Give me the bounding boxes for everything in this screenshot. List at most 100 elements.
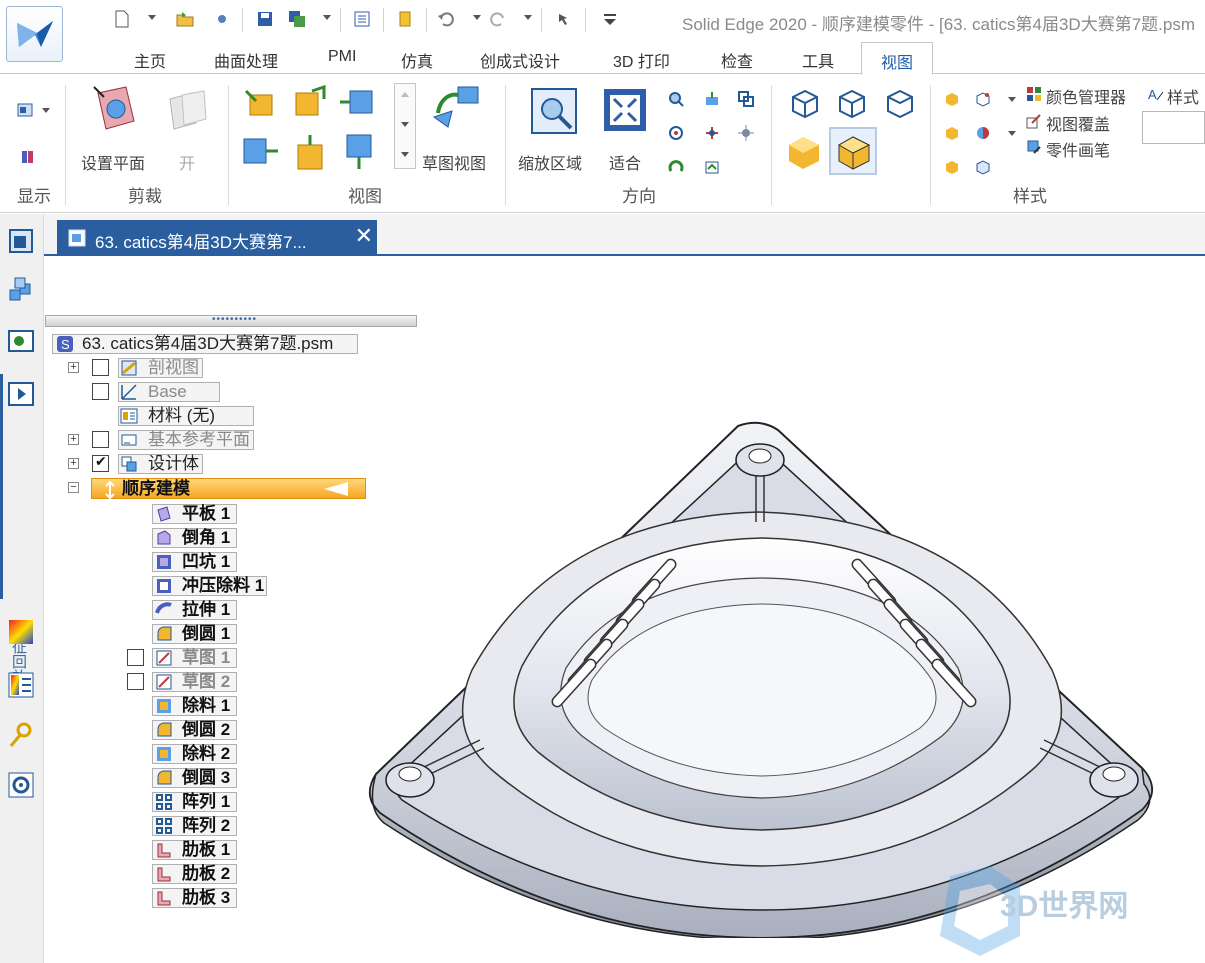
style-reflection-icon[interactable] (975, 159, 991, 175)
shaded-with-edges-selected[interactable] (829, 127, 877, 175)
wireframe-cube-icon[interactable] (787, 87, 821, 121)
pathfinder-splitter[interactable]: •••••••••• (45, 314, 417, 327)
part-painter-icon[interactable] (1026, 139, 1042, 155)
zoom-area-label[interactable]: 缩放区域 (518, 150, 582, 174)
save-all-icon[interactable] (288, 10, 306, 28)
tree-expander-icon[interactable]: + (68, 434, 79, 445)
help-pointer-icon[interactable] (555, 10, 573, 28)
undo-dropdown-arrow[interactable] (473, 15, 481, 20)
style-background-icon[interactable] (944, 159, 960, 175)
sketch-view-icon[interactable] (430, 83, 482, 133)
view-front-icon[interactable] (294, 133, 326, 171)
clipboard-icon[interactable] (396, 10, 414, 28)
tab-tools[interactable]: 工具 (802, 48, 834, 72)
layers-tab-icon[interactable] (6, 276, 36, 306)
display-panes-icon[interactable] (16, 101, 36, 121)
fit-icon[interactable] (602, 87, 648, 133)
style-sphere-icon[interactable] (975, 125, 991, 141)
save-icon[interactable] (256, 10, 274, 28)
tree-visibility-checkbox[interactable] (92, 383, 109, 400)
open-file-icon[interactable] (176, 10, 194, 28)
tab-3d-print[interactable]: 3D 打印 (613, 48, 670, 72)
undo-icon[interactable] (437, 10, 455, 28)
hidden-edges-cube-icon[interactable] (882, 87, 916, 121)
sketch-view-label[interactable]: 草图视图 (422, 150, 486, 174)
library-tab-icon[interactable] (6, 326, 36, 356)
tab-surfacing[interactable]: 曲面处理 (214, 48, 278, 72)
view-axis-icon[interactable] (738, 125, 754, 141)
settings-gear-icon[interactable] (6, 770, 36, 800)
style-light-icon[interactable] (944, 125, 960, 141)
previous-view-icon[interactable] (738, 91, 754, 107)
view-override-label[interactable]: 视图覆盖 (1046, 111, 1110, 135)
view-bottom-icon[interactable] (343, 133, 375, 171)
color-manager-label[interactable]: 颜色管理器 (1046, 84, 1126, 108)
pathfinder-tab-icon[interactable] (6, 226, 36, 256)
view-right-icon[interactable] (338, 87, 376, 119)
part-model-render[interactable] (362, 418, 1162, 938)
display-toggle-icon[interactable] (19, 148, 37, 166)
properties-icon[interactable] (353, 10, 371, 28)
clip-open-label[interactable]: 开 (179, 150, 195, 174)
end-of-part-marker-icon[interactable] (324, 482, 348, 496)
view-gallery-scroller[interactable] (394, 83, 416, 169)
tree-visibility-checkbox[interactable] (92, 359, 109, 376)
style-text-icon[interactable]: A (1148, 86, 1164, 102)
view-top-icon[interactable] (244, 87, 276, 119)
zoom-area-icon[interactable] (530, 87, 578, 135)
redo-icon[interactable] (489, 10, 507, 28)
tree-node-sequential-modeling[interactable]: 顺序建模 (91, 478, 366, 499)
tab-generative-design[interactable]: 创成式设计 (480, 48, 560, 72)
set-plane-label[interactable]: 设置平面 (81, 150, 145, 174)
tree-expander-sequence[interactable]: − (68, 482, 79, 493)
named-view-icon[interactable] (704, 159, 720, 175)
style-wire-icon[interactable] (975, 91, 991, 107)
tab-pmi[interactable]: PMI (328, 48, 356, 66)
close-document-button[interactable]: ✕ (355, 223, 373, 249)
search-file-icon[interactable] (214, 10, 232, 28)
tree-visibility-checkbox[interactable] (92, 431, 109, 448)
style-dropdown-arrow[interactable] (1008, 97, 1016, 102)
tree-expander-icon[interactable]: + (68, 458, 79, 469)
fit-label[interactable]: 适合 (609, 150, 641, 174)
style-cube-icon[interactable] (944, 91, 960, 107)
color-manager-icon[interactable] (1026, 86, 1042, 102)
relationships-icon[interactable] (6, 720, 36, 750)
feature-visibility-checkbox[interactable] (127, 649, 144, 666)
view-left-icon[interactable] (242, 135, 280, 169)
clip-open-icon[interactable] (166, 89, 210, 135)
document-tab[interactable]: 63. catics第4届3D大赛第7... ✕ (57, 220, 377, 256)
visible-edges-cube-icon[interactable] (834, 87, 868, 121)
feature-visibility-checkbox[interactable] (127, 673, 144, 690)
customize-toolbar-icon[interactable] (601, 12, 619, 30)
view-override-icon[interactable] (1026, 113, 1042, 129)
tab-view[interactable]: 视图 (861, 42, 934, 75)
rotate-view-icon[interactable] (668, 159, 684, 175)
zoom-icon[interactable] (668, 91, 684, 107)
style-dropdown-arrow-2[interactable] (1008, 131, 1016, 136)
style-label[interactable]: 样式 (1167, 84, 1199, 108)
tab-home[interactable]: 主页 (134, 48, 166, 72)
pan-icon[interactable] (704, 91, 720, 107)
feature-playback-tab-icon[interactable] (6, 379, 36, 409)
spin-about-icon[interactable] (704, 125, 720, 141)
display-dropdown-arrow[interactable] (42, 108, 50, 113)
tree-expander-icon[interactable]: + (68, 362, 79, 373)
tab-simulation[interactable]: 仿真 (401, 48, 433, 72)
app-logo-button[interactable] (6, 6, 63, 62)
graphics-window[interactable]: •••••••••• S 63. catics第4届3D大赛第7题.psm + 剖… (44, 258, 1205, 963)
tree-visibility-checkbox[interactable] (92, 453, 109, 472)
results-table-icon[interactable] (6, 670, 36, 700)
rotate-icon[interactable] (668, 125, 684, 141)
tab-inspect[interactable]: 检查 (721, 48, 753, 72)
style-name-input[interactable] (1142, 111, 1205, 144)
redo-dropdown-arrow[interactable] (524, 15, 532, 20)
color-analysis-icon[interactable] (6, 617, 36, 647)
save-dropdown-arrow[interactable] (323, 15, 331, 20)
shaded-cube-icon[interactable] (785, 133, 823, 171)
new-file-icon[interactable] (113, 10, 131, 28)
view-iso-icon[interactable] (294, 85, 328, 119)
set-plane-icon[interactable] (92, 85, 140, 137)
new-dropdown-arrow[interactable] (148, 15, 156, 20)
part-painter-label[interactable]: 零件画笔 (1046, 137, 1110, 161)
